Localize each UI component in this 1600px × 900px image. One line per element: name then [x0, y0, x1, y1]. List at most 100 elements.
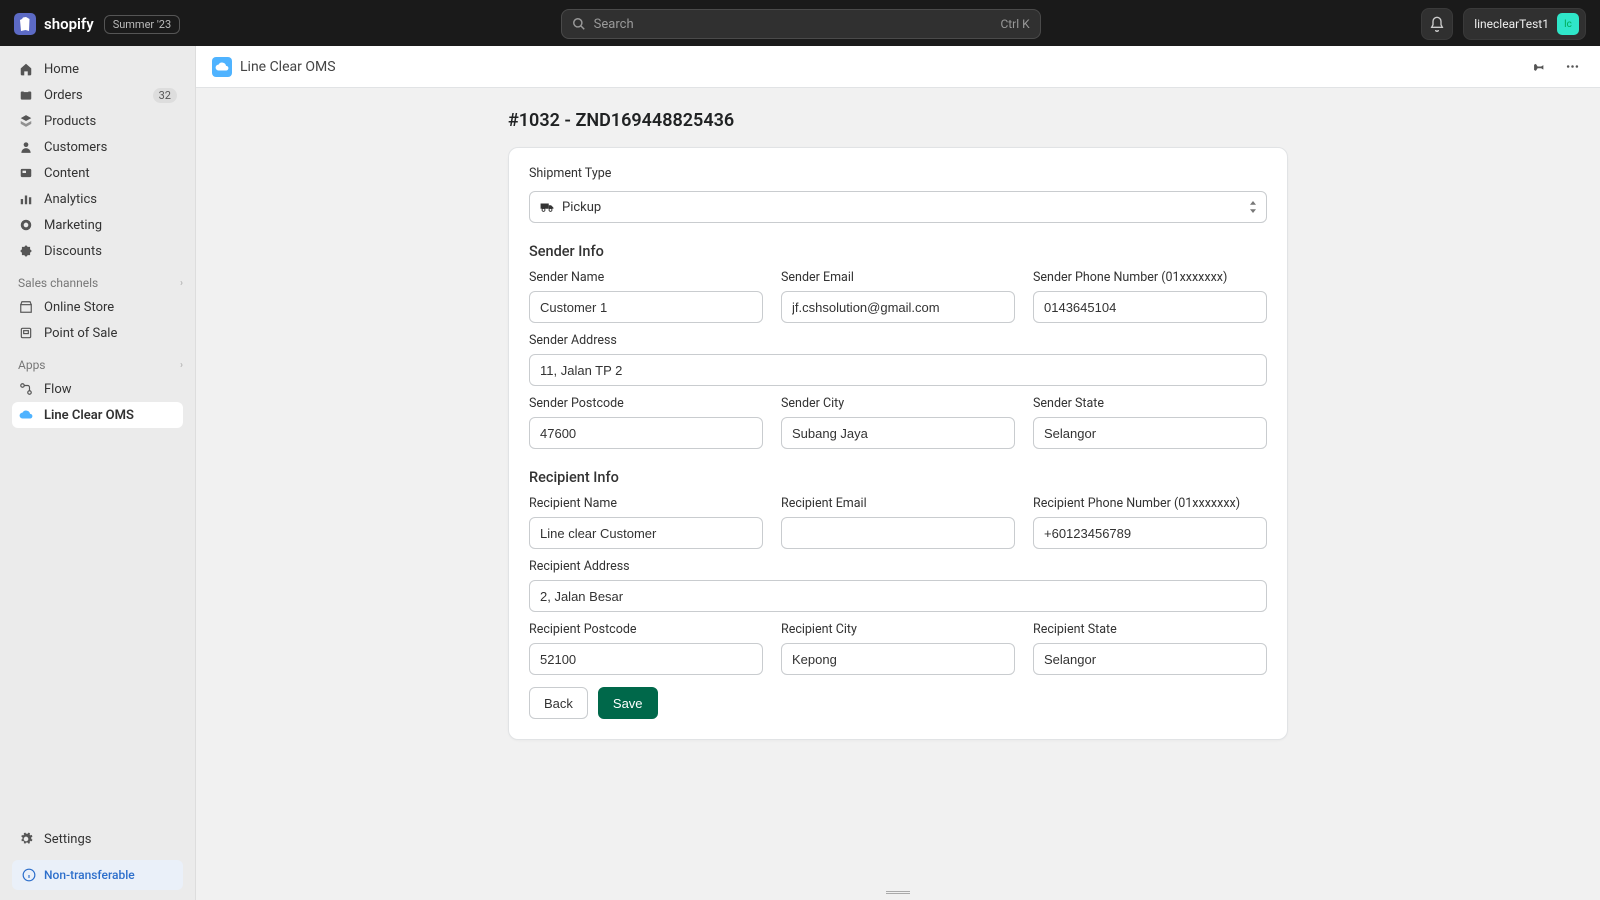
- sender-state-input[interactable]: [1033, 417, 1267, 449]
- flow-icon: [18, 381, 34, 397]
- app-header-icon: [212, 57, 232, 77]
- username: lineclearTest1: [1474, 17, 1549, 31]
- more-icon: [1565, 59, 1580, 74]
- sender-phone-input[interactable]: [1033, 291, 1267, 323]
- topbar: shopify Summer '23 Search Ctrl K linecle…: [0, 0, 1600, 46]
- orders-icon: [18, 87, 34, 103]
- back-button[interactable]: Back: [529, 687, 588, 719]
- sender-state-label: Sender State: [1033, 396, 1267, 411]
- shipment-type-select[interactable]: Pickup: [529, 191, 1267, 223]
- sender-postcode-input[interactable]: [529, 417, 763, 449]
- search-icon: [572, 17, 586, 31]
- search-input[interactable]: Search Ctrl K: [561, 9, 1041, 39]
- recipient-name-input[interactable]: [529, 517, 763, 549]
- sender-name-input[interactable]: [529, 291, 763, 323]
- save-button[interactable]: Save: [598, 687, 658, 719]
- sidebar-item-marketing[interactable]: Marketing: [12, 212, 183, 238]
- sender-name-label: Sender Name: [529, 270, 763, 285]
- apps-header[interactable]: Apps ›: [18, 358, 183, 372]
- sender-info-title: Sender Info: [529, 243, 1267, 260]
- sidebar-item-label: Flow: [44, 382, 72, 397]
- sidebar-item-label: Settings: [44, 832, 91, 847]
- sidebar-item-label: Analytics: [44, 192, 97, 207]
- shipment-type-label: Shipment Type: [529, 166, 1267, 181]
- sidebar-item-products[interactable]: Products: [12, 108, 183, 134]
- sidebar-item-label: Online Store: [44, 300, 114, 315]
- avatar: lc: [1557, 13, 1579, 35]
- nontransferable-banner[interactable]: Non-transferable: [12, 860, 183, 890]
- sidebar-item-label: Point of Sale: [44, 326, 117, 341]
- customers-icon: [18, 139, 34, 155]
- recipient-name-label: Recipient Name: [529, 496, 763, 511]
- app-header: Line Clear OMS: [196, 46, 1600, 88]
- recipient-phone-label: Recipient Phone Number (01xxxxxxx): [1033, 496, 1267, 511]
- search-placeholder: Search: [594, 17, 634, 32]
- sidebar-item-home[interactable]: Home: [12, 56, 183, 82]
- user-menu[interactable]: lineclearTest1 lc: [1463, 8, 1586, 40]
- sender-postcode-label: Sender Postcode: [529, 396, 763, 411]
- sender-city-input[interactable]: [781, 417, 1015, 449]
- analytics-icon: [18, 191, 34, 207]
- orders-badge: 32: [153, 88, 177, 103]
- nontransferable-label: Non-transferable: [44, 868, 135, 882]
- topbar-left: shopify Summer '23: [14, 13, 180, 35]
- sidebar-item-label: Home: [44, 62, 79, 77]
- chevron-right-icon: ›: [180, 360, 183, 371]
- pos-icon: [18, 325, 34, 341]
- sender-email-input[interactable]: [781, 291, 1015, 323]
- app-header-title: Line Clear OMS: [240, 59, 336, 75]
- shopify-logo-icon[interactable]: [14, 13, 36, 35]
- sidebar-item-flow[interactable]: Flow: [12, 376, 183, 402]
- sidebar-item-orders[interactable]: Orders 32: [12, 82, 183, 108]
- sidebar-item-label: Customers: [44, 140, 107, 155]
- sidebar-item-line-clear-oms[interactable]: Line Clear OMS: [12, 402, 183, 428]
- recipient-address-input[interactable]: [529, 580, 1267, 612]
- sidebar-item-label: Line Clear OMS: [44, 408, 134, 423]
- sidebar-item-pos[interactable]: Point of Sale: [12, 320, 183, 346]
- page-title: #1032 - ZND169448825436: [508, 110, 1288, 131]
- summer-badge: Summer '23: [104, 15, 180, 34]
- store-icon: [18, 299, 34, 315]
- recipient-info-title: Recipient Info: [529, 469, 1267, 486]
- more-button[interactable]: [1560, 55, 1584, 79]
- recipient-email-label: Recipient Email: [781, 496, 1015, 511]
- recipient-state-label: Recipient State: [1033, 622, 1267, 637]
- chevron-right-icon: ›: [180, 278, 183, 289]
- sender-address-label: Sender Address: [529, 333, 1267, 348]
- pin-button[interactable]: [1526, 55, 1550, 79]
- sidebar-item-discounts[interactable]: Discounts: [12, 238, 183, 264]
- notifications-button[interactable]: [1421, 8, 1453, 40]
- pin-icon: [1531, 59, 1546, 74]
- brand-word: shopify: [44, 15, 94, 33]
- products-icon: [18, 113, 34, 129]
- sender-city-label: Sender City: [781, 396, 1015, 411]
- recipient-email-input[interactable]: [781, 517, 1015, 549]
- recipient-city-input[interactable]: [781, 643, 1015, 675]
- recipient-postcode-label: Recipient Postcode: [529, 622, 763, 637]
- discounts-icon: [18, 243, 34, 259]
- recipient-postcode-input[interactable]: [529, 643, 763, 675]
- recipient-state-input[interactable]: [1033, 643, 1267, 675]
- sidebar-item-label: Discounts: [44, 244, 102, 259]
- drag-handle-icon[interactable]: [886, 891, 910, 894]
- recipient-address-label: Recipient Address: [529, 559, 1267, 574]
- form-card: Shipment Type Pickup Sender Info: [508, 147, 1288, 740]
- recipient-phone-input[interactable]: [1033, 517, 1267, 549]
- app-cloud-icon: [18, 407, 34, 423]
- sidebar-item-label: Content: [44, 166, 90, 181]
- search-shortcut: Ctrl K: [1000, 17, 1029, 31]
- topbar-right: lineclearTest1 lc: [1421, 8, 1586, 40]
- home-icon: [18, 61, 34, 77]
- sidebar-item-online-store[interactable]: Online Store: [12, 294, 183, 320]
- sidebar-item-settings[interactable]: Settings: [12, 826, 183, 852]
- sender-email-label: Sender Email: [781, 270, 1015, 285]
- info-icon: [22, 868, 36, 882]
- sales-channels-header[interactable]: Sales channels ›: [18, 276, 183, 290]
- sidebar-item-customers[interactable]: Customers: [12, 134, 183, 160]
- sender-address-input[interactable]: [529, 354, 1267, 386]
- sidebar-item-analytics[interactable]: Analytics: [12, 186, 183, 212]
- recipient-city-label: Recipient City: [781, 622, 1015, 637]
- gear-icon: [18, 831, 34, 847]
- marketing-icon: [18, 217, 34, 233]
- sidebar-item-content[interactable]: Content: [12, 160, 183, 186]
